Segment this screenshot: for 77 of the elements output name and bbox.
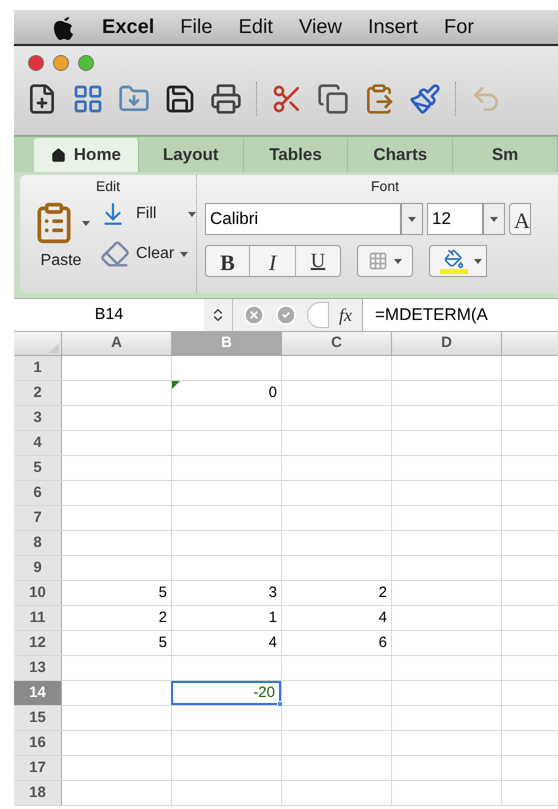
table-cell-text: 6 bbox=[378, 632, 388, 653]
grow-font-button[interactable]: A bbox=[509, 203, 531, 235]
row-header[interactable]: 5 bbox=[14, 456, 62, 480]
function-wizard-button[interactable] bbox=[307, 302, 329, 328]
table-cell-text: 5 bbox=[158, 582, 168, 603]
row-header[interactable]: 13 bbox=[14, 656, 62, 680]
row-header[interactable]: 8 bbox=[14, 531, 62, 555]
row-header[interactable]: 10 bbox=[14, 581, 62, 605]
fill-handle[interactable] bbox=[277, 701, 283, 707]
row-header[interactable]: 12 bbox=[14, 631, 62, 655]
underline-button[interactable]: U bbox=[296, 246, 340, 276]
row-header[interactable]: 17 bbox=[14, 756, 62, 780]
row-header[interactable]: 11 bbox=[14, 606, 62, 630]
table-cell-text: 4 bbox=[268, 632, 278, 653]
row-header[interactable]: 16 bbox=[14, 731, 62, 755]
row-header[interactable]: 18 bbox=[14, 781, 62, 805]
table-cell-text: 4 bbox=[378, 608, 388, 628]
bold-button[interactable]: B bbox=[206, 246, 250, 276]
caret-icon bbox=[82, 220, 90, 226]
row-header[interactable]: 7 bbox=[14, 506, 62, 530]
font-name-field[interactable]: Calibri bbox=[205, 203, 401, 235]
corner-triangle-icon bbox=[49, 343, 59, 353]
enter-icon[interactable] bbox=[275, 304, 297, 326]
row-header[interactable]: 3 bbox=[14, 406, 62, 430]
paintbrush-icon[interactable] bbox=[409, 83, 441, 115]
italic-button[interactable]: I bbox=[250, 246, 296, 276]
table-cell-text: 3 bbox=[268, 582, 278, 603]
name-box[interactable]: B14 bbox=[14, 299, 204, 331]
menu-item[interactable]: For bbox=[444, 12, 474, 42]
zoom-button[interactable] bbox=[78, 55, 94, 71]
row-header[interactable]: 9 bbox=[14, 556, 62, 580]
menu-item[interactable]: File bbox=[180, 12, 212, 42]
caret-icon bbox=[408, 216, 416, 222]
fx-label[interactable]: fx bbox=[339, 302, 352, 328]
ribbon-tab[interactable]: Home bbox=[34, 138, 139, 172]
fill-color-button[interactable] bbox=[429, 245, 487, 277]
paint-bucket-icon bbox=[440, 248, 468, 274]
menu-item[interactable]: View bbox=[298, 12, 342, 42]
fill-button[interactable]: Fill bbox=[100, 201, 196, 227]
borders-icon bbox=[368, 251, 388, 271]
row-header[interactable]: 15 bbox=[14, 706, 62, 730]
font-size-field[interactable]: 12 bbox=[427, 203, 483, 235]
column-header[interactable]: D bbox=[392, 332, 502, 355]
menu-item[interactable]: Excel bbox=[102, 12, 154, 42]
table-cell-text: 5 bbox=[158, 632, 168, 653]
table-cell-text: 1 bbox=[268, 608, 278, 628]
eraser-icon bbox=[100, 239, 130, 269]
paste-button[interactable]: Paste bbox=[28, 201, 94, 273]
column-header[interactable]: C bbox=[282, 332, 392, 355]
group-title: Font bbox=[370, 177, 400, 196]
menu-item[interactable]: Insert bbox=[368, 12, 418, 42]
minimize-button[interactable] bbox=[53, 55, 69, 71]
menu-item[interactable]: Edit bbox=[238, 12, 273, 42]
formula-field[interactable]: =MDETERM(A bbox=[362, 299, 558, 331]
group-title: Edit bbox=[94, 177, 122, 196]
caret-icon bbox=[188, 212, 196, 216]
borders-button[interactable] bbox=[357, 245, 413, 277]
copy-icon[interactable] bbox=[317, 83, 349, 115]
caret-icon bbox=[394, 258, 402, 264]
caret-icon bbox=[474, 258, 482, 264]
gallery-icon[interactable] bbox=[72, 83, 104, 115]
table-cell: -20 bbox=[171, 681, 281, 705]
cancel-icon[interactable] bbox=[243, 304, 265, 326]
table-cell-text: 2 bbox=[378, 582, 388, 603]
row-header[interactable]: 2 bbox=[14, 381, 62, 405]
caret-icon bbox=[180, 252, 188, 256]
clear-button[interactable]: Clear bbox=[100, 239, 196, 269]
caret-icon bbox=[490, 216, 498, 222]
close-button[interactable] bbox=[28, 55, 44, 71]
save-icon[interactable] bbox=[164, 83, 196, 115]
row-header[interactable]: 6 bbox=[14, 481, 62, 505]
print-icon[interactable] bbox=[210, 83, 242, 115]
home-icon bbox=[50, 148, 66, 162]
table-cell: 0 bbox=[172, 381, 281, 405]
table-cell-text: 2 bbox=[158, 608, 168, 628]
row-header[interactable]: 4 bbox=[14, 431, 62, 455]
row-header[interactable]: 1 bbox=[14, 356, 62, 380]
